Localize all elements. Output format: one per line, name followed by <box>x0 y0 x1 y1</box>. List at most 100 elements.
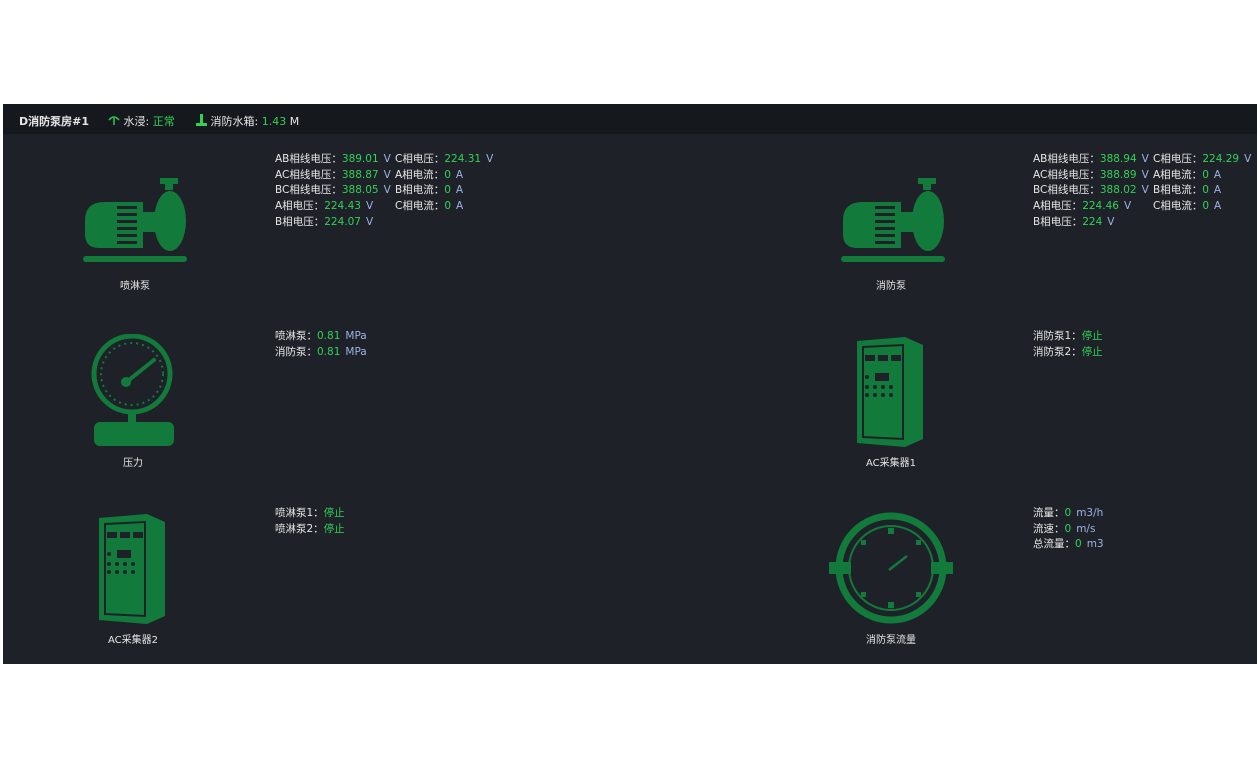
reading-unit: A <box>455 184 464 197</box>
reading-label: A相电压： <box>1033 200 1083 213</box>
reading-row: C相电压：224.31 V <box>395 152 493 168</box>
reading-row: 喷淋泵2：停止 <box>275 522 345 538</box>
reading-label: B相电流： <box>1153 184 1203 197</box>
reading-value: 0 <box>444 200 452 213</box>
reading-value: 0.81 <box>317 330 341 342</box>
reading-value: 388.94 <box>1099 153 1137 165</box>
reading-row: B相电流：0 A <box>395 183 493 199</box>
reading-unit: m3 <box>1086 538 1104 551</box>
reading-row: AC相线电压：388.89 V <box>1033 168 1149 184</box>
reading-row: 流速：0 m/s <box>1033 522 1104 538</box>
reading-value: 224.43 <box>324 200 361 213</box>
reading-label: 总流量： <box>1033 538 1075 551</box>
control-cabinet-icon[interactable] <box>95 512 169 626</box>
reading-value: 0.81 <box>317 345 341 358</box>
reading-unit: A <box>1213 184 1222 197</box>
reading-value: 0 <box>444 168 451 181</box>
reading-label: 流速： <box>1033 522 1065 535</box>
reading-value: 0 <box>1075 538 1082 551</box>
reading-value: 0 <box>1202 200 1210 213</box>
reading-label: C相电流： <box>1153 200 1203 213</box>
reading-label: BC相线电压： <box>1033 184 1100 197</box>
reading-unit: A <box>455 168 464 181</box>
reading-row: A相电流：0 A <box>1153 168 1251 184</box>
control-cabinet-icon[interactable] <box>853 335 927 449</box>
flood-label: 水浸: <box>123 115 150 128</box>
reading-value: 224 <box>1082 215 1103 228</box>
reading-row: 喷淋泵：0.81 MPa <box>275 329 367 345</box>
tank-unit: M <box>289 115 300 128</box>
ac-collector1-readings: 消防泵1：停止 消防泵2：停止 <box>1033 329 1103 360</box>
reading-value: 停止 <box>323 507 345 519</box>
reading-row: B相电压：224 V <box>1033 215 1149 231</box>
reading-row: AB相线电压：389.01 V <box>275 152 391 168</box>
pressure-label: 压力 <box>123 458 143 469</box>
reading-value: 0 <box>1202 168 1209 181</box>
reading-unit: V <box>1141 184 1149 197</box>
reading-label: AC相线电压： <box>275 168 342 181</box>
reading-row: C相电流：0 A <box>1153 199 1251 215</box>
reading-label: AB相线电压： <box>1033 153 1100 165</box>
pump-room-panel: D消防泵房#1 水浸: 正常 消防水箱: 1.43 M 喷淋泵 AB相线电压：3… <box>3 104 1257 664</box>
reading-unit: m3/h <box>1076 507 1104 519</box>
reading-unit: V <box>1141 168 1149 181</box>
reading-row: 流量：0 m3/h <box>1033 506 1104 522</box>
reading-unit: V <box>365 215 374 228</box>
water-tank-icon <box>196 114 207 126</box>
reading-unit: A <box>1214 200 1222 213</box>
fire-pump-icon[interactable] <box>841 176 947 264</box>
reading-value: 388.05 <box>341 184 379 197</box>
ac-collector2-readings: 喷淋泵1：停止 喷淋泵2：停止 <box>275 506 345 537</box>
reading-label: A相电压： <box>275 200 325 213</box>
ac-collector1-label: AC采集器1 <box>865 458 916 469</box>
status-bar: D消防泵房#1 水浸: 正常 消防水箱: 1.43 M <box>3 104 1257 134</box>
reading-row: C相电流：0 A <box>395 199 493 215</box>
reading-row: B相电流：0 A <box>1153 183 1251 199</box>
reading-value: 0 <box>1064 507 1072 519</box>
reading-label: 喷淋泵1： <box>275 507 324 519</box>
reading-value: 0 <box>1202 184 1209 197</box>
reading-row: B相电压：224.07 V <box>275 215 391 231</box>
tank-value: 1.43 <box>261 115 287 128</box>
reading-label: 喷淋泵： <box>275 330 317 342</box>
reading-unit: MPa <box>345 345 367 358</box>
reading-value: 224.29 <box>1202 153 1240 165</box>
reading-unit: MPa <box>345 330 367 342</box>
reading-label: 消防泵1： <box>1033 330 1082 342</box>
reading-row: BC相线电压：388.05 V <box>275 183 391 199</box>
flow-meter-icon[interactable] <box>829 512 953 626</box>
spray-pump-label: 喷淋泵 <box>120 281 150 292</box>
reading-unit: V <box>383 184 391 197</box>
tank-label: 消防水箱: <box>210 115 259 128</box>
reading-label: AB相线电压： <box>275 153 342 165</box>
pressure-gauge-icon[interactable] <box>90 334 178 448</box>
reading-unit: V <box>486 153 494 165</box>
reading-unit: V <box>1244 153 1252 165</box>
reading-label: A相电流： <box>1153 168 1203 181</box>
reading-row: 喷淋泵1：停止 <box>275 506 345 522</box>
reading-row: A相电压：224.46 V <box>1033 199 1149 215</box>
reading-label: 喷淋泵2： <box>275 522 324 535</box>
reading-label: B相电压： <box>1033 215 1083 228</box>
flood-status: 水浸: 正常 <box>108 113 175 129</box>
reading-unit: V <box>1107 215 1115 228</box>
reading-unit: m/s <box>1076 522 1096 535</box>
reading-value: 停止 <box>1081 330 1103 342</box>
reading-row: 消防泵：0.81 MPa <box>275 345 367 361</box>
reading-value: 388.89 <box>1099 168 1137 181</box>
reading-value: 停止 <box>1081 345 1103 358</box>
reading-value: 389.01 <box>341 153 379 165</box>
reading-row: 总流量：0 m3 <box>1033 537 1104 553</box>
reading-label: A相电流： <box>395 168 445 181</box>
ac-collector2-label: AC采集器2 <box>107 635 158 646</box>
reading-row: AC相线电压：388.87 V <box>275 168 391 184</box>
reading-label: AC相线电压： <box>1033 168 1100 181</box>
reading-label: C相电压： <box>395 153 445 165</box>
reading-unit: V <box>383 168 391 181</box>
reading-unit: V <box>1123 200 1132 213</box>
reading-value: 224.07 <box>324 215 361 228</box>
spray-pump-icon[interactable] <box>83 176 189 264</box>
reading-value: 停止 <box>323 522 345 535</box>
reading-unit: V <box>383 153 391 165</box>
reading-value: 0 <box>444 184 451 197</box>
